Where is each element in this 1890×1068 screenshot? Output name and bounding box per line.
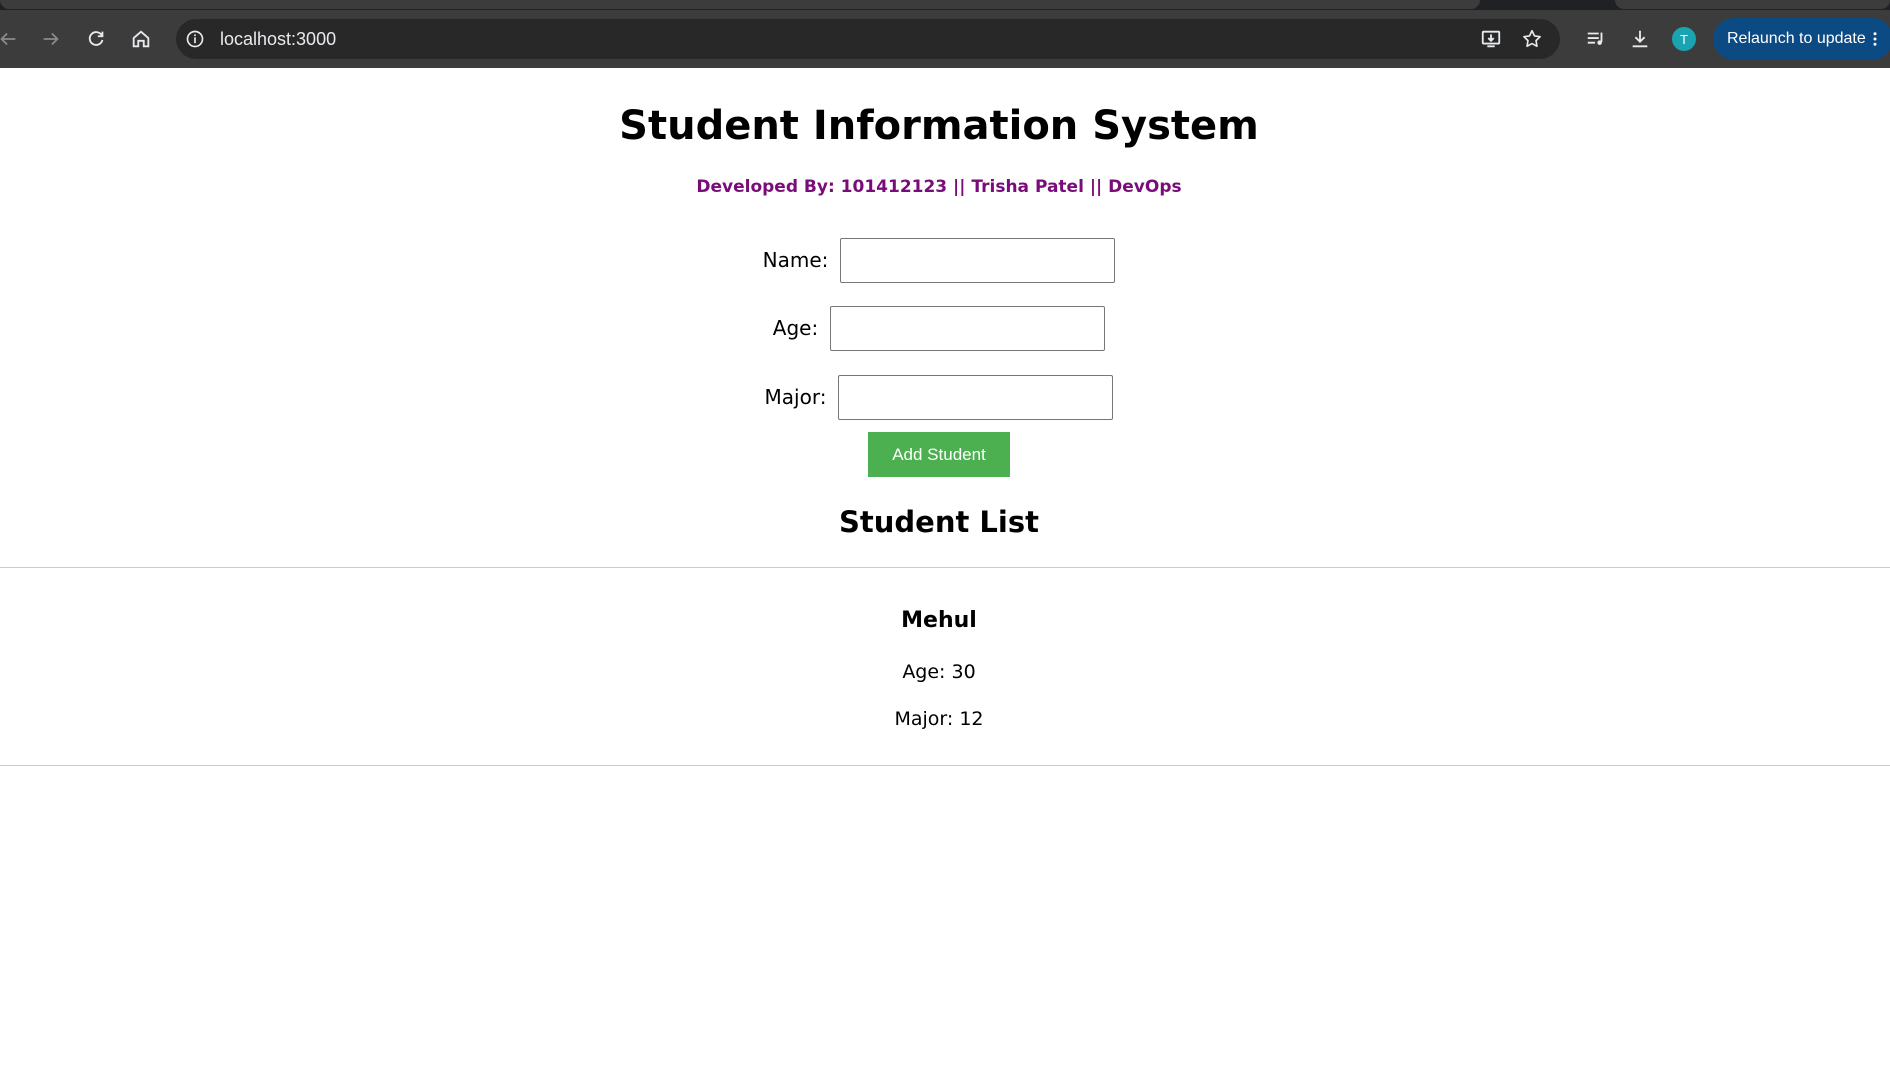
add-student-button[interactable]: Add Student <box>868 432 1010 477</box>
major-row: Major: <box>0 374 1878 420</box>
developer-byline: Developed By: 101412123 || Trisha Patel … <box>696 177 1182 197</box>
address-url[interactable]: localhost:3000 <box>220 28 336 50</box>
browser-toolbar: localhost:3000 T Relaunch to update <box>0 10 1890 68</box>
age-input[interactable] <box>830 305 1106 351</box>
home-button[interactable] <box>125 23 157 55</box>
forward-button[interactable] <box>35 23 67 55</box>
student-major: Major: 12 <box>894 708 984 730</box>
name-label: Name: <box>762 248 829 272</box>
tab-strip <box>0 0 1890 10</box>
downloads-button[interactable] <box>1626 25 1654 53</box>
list-item: Mehul Age: 30 Major: 12 <box>0 568 1878 764</box>
name-input[interactable] <box>840 237 1116 283</box>
site-info-icon <box>186 30 204 48</box>
forward-arrow-icon <box>43 32 59 46</box>
browser-chrome: localhost:3000 T Relaunch to update <box>0 0 1890 68</box>
inactive-tab[interactable] <box>1615 0 1890 9</box>
install-app-button[interactable] <box>1479 27 1503 51</box>
download-icon <box>1632 30 1648 48</box>
address-bar[interactable]: localhost:3000 <box>176 19 1560 59</box>
list-divider-bottom <box>0 765 1890 766</box>
back-button[interactable] <box>0 23 24 55</box>
back-arrow-icon <box>0 32 16 46</box>
profile-avatar[interactable]: T <box>1672 27 1696 51</box>
media-queue-icon <box>1587 32 1603 45</box>
more-vert-icon <box>1873 32 1877 46</box>
home-icon <box>132 30 150 48</box>
student-age: Age: 30 <box>902 661 976 683</box>
more-menu-button[interactable] <box>1871 28 1879 50</box>
age-label: Age: <box>772 316 819 340</box>
relaunch-label: Relaunch to update <box>1727 30 1866 47</box>
bookmark-star-icon <box>1523 29 1541 48</box>
install-app-icon <box>1481 30 1501 48</box>
bookmark-button[interactable] <box>1520 27 1544 51</box>
major-label: Major: <box>764 385 827 409</box>
reload-button[interactable] <box>80 23 112 55</box>
active-tab[interactable] <box>0 0 1480 9</box>
major-input[interactable] <box>838 374 1114 420</box>
page-content: Student Information System Developed By:… <box>0 68 1890 1068</box>
age-row: Age: <box>0 305 1878 351</box>
student-name: Mehul <box>901 608 977 633</box>
page-title: Student Information System <box>619 103 1259 149</box>
name-row: Name: <box>0 237 1878 283</box>
student-list-heading: Student List <box>839 505 1039 539</box>
reload-icon <box>88 31 104 46</box>
relaunch-button[interactable]: Relaunch to update <box>1713 18 1890 60</box>
media-queue-button[interactable] <box>1582 25 1610 53</box>
site-info-button[interactable] <box>184 28 206 50</box>
